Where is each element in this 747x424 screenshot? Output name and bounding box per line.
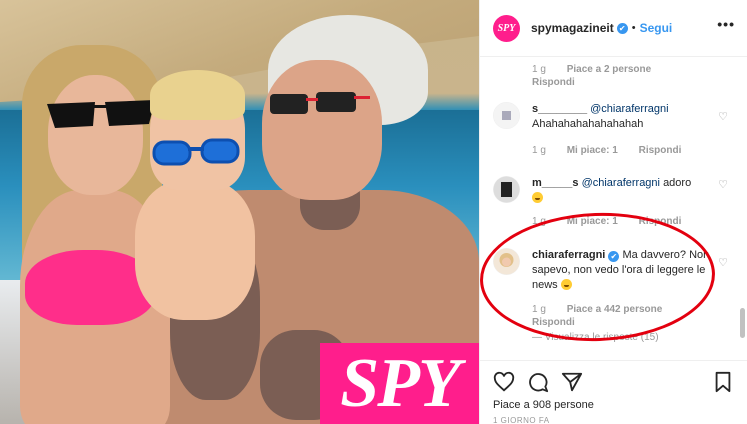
comment-body: Ahahahahahahahahah bbox=[532, 118, 644, 130]
comment-mention[interactable]: @chiaraferragni bbox=[590, 103, 668, 115]
laughing-emoji-icon bbox=[532, 192, 543, 203]
commenter-username[interactable]: m_____s bbox=[532, 177, 579, 189]
post-sidebar: SPY spymagazineit ✔ • Segui ••• 1 g Piac… bbox=[479, 0, 747, 424]
reply-button[interactable]: Rispondi bbox=[532, 77, 651, 88]
post-photo[interactable]: SPY bbox=[0, 0, 479, 424]
comment-meta: 1 g Mi piace: 1 Rispondi bbox=[532, 145, 681, 156]
comments-scrollbar[interactable] bbox=[740, 308, 745, 338]
man-sunglasses bbox=[270, 92, 370, 114]
follow-button[interactable]: Segui bbox=[640, 21, 673, 35]
spy-watermark-text: SPY bbox=[340, 344, 460, 422]
comment-mention[interactable]: @chiaraferragni bbox=[582, 177, 660, 189]
like-comment-heart-icon[interactable]: ♡ bbox=[718, 110, 728, 123]
comment-bubble-icon[interactable] bbox=[527, 371, 549, 393]
comment-text: m_____s @chiaraferragni adoro bbox=[532, 176, 722, 206]
account-avatar[interactable]: SPY bbox=[493, 14, 520, 42]
child-sunglasses bbox=[152, 138, 240, 166]
like-comment-heart-icon[interactable]: ♡ bbox=[718, 256, 728, 269]
man-face bbox=[262, 60, 382, 200]
verified-badge-icon: ✔ bbox=[616, 22, 628, 34]
account-avatar-text: SPY bbox=[497, 22, 516, 34]
commenter-username[interactable]: s________ bbox=[532, 103, 587, 115]
child-hair bbox=[150, 70, 245, 120]
bookmark-icon[interactable] bbox=[712, 371, 734, 393]
comment-meta: 1 g Piace a 2 persone Rispondi bbox=[532, 64, 651, 88]
woman-sunglasses bbox=[47, 100, 155, 128]
reply-button[interactable]: Rispondi bbox=[639, 145, 682, 156]
post-actions: Piace a 908 persone 1 GIORNO FA bbox=[480, 360, 747, 424]
post-header: SPY spymagazineit ✔ • Segui ••• bbox=[480, 0, 747, 57]
like-comment-heart-icon[interactable]: ♡ bbox=[718, 178, 728, 191]
header-separator: • bbox=[631, 22, 636, 34]
post-date: 1 GIORNO FA bbox=[493, 416, 550, 424]
commenter-avatar[interactable] bbox=[493, 102, 520, 129]
share-icon[interactable] bbox=[561, 371, 583, 393]
woman-face bbox=[48, 75, 143, 195]
comment-time: 1 g bbox=[532, 64, 546, 75]
comment-text: s________ @chiaraferragni Ahahahahahahah… bbox=[532, 102, 722, 132]
account-username[interactable]: spymagazineit bbox=[531, 21, 614, 35]
likes-count[interactable]: Piace a 908 persone bbox=[493, 399, 594, 411]
spy-watermark-logo: SPY bbox=[320, 343, 479, 424]
comment-body: adoro bbox=[663, 177, 692, 189]
action-icons bbox=[493, 371, 583, 393]
more-options-icon[interactable]: ••• bbox=[717, 16, 735, 32]
comment-likes[interactable]: Mi piace: 1 bbox=[567, 145, 618, 156]
comment-time: 1 g bbox=[532, 145, 546, 156]
child-body bbox=[135, 180, 255, 320]
comment-likes[interactable]: Piace a 2 persone bbox=[567, 64, 652, 75]
like-heart-icon[interactable] bbox=[493, 371, 515, 393]
commenter-avatar[interactable] bbox=[493, 176, 520, 203]
